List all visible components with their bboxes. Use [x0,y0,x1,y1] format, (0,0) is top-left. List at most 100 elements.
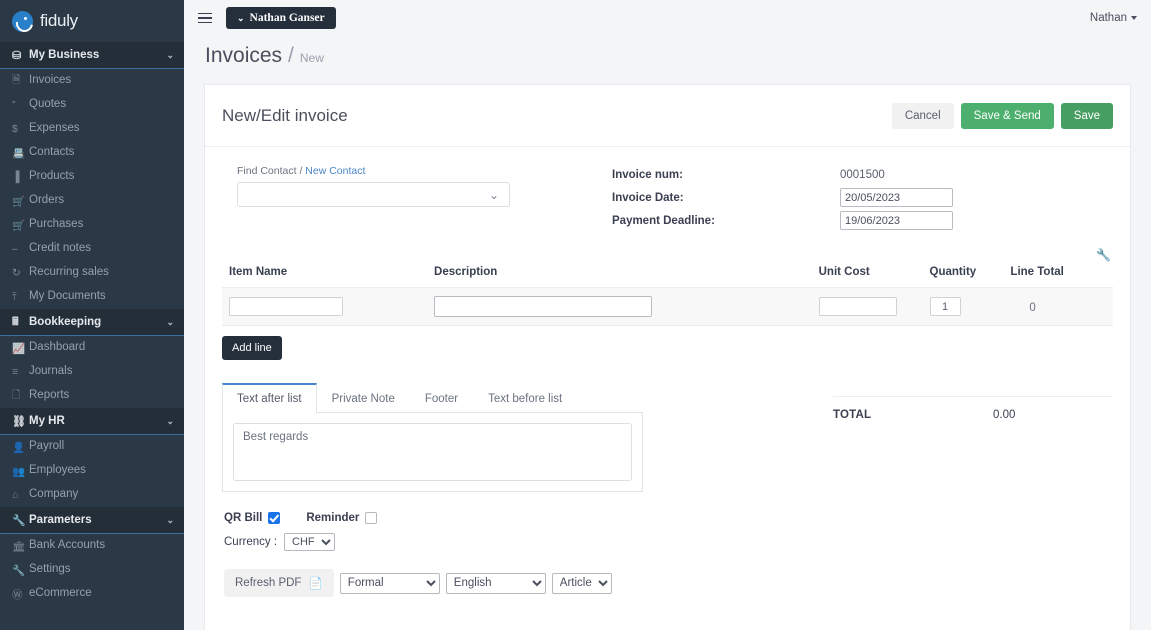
sidebar-item-label: Orders [29,194,65,207]
brand-logo[interactable]: fiduly [0,0,184,42]
breadcrumb: Invoices / New [184,36,1151,68]
sidebar-item-expenses[interactable]: $ Expenses [0,117,184,141]
sidebar-item-label: My Documents [29,290,106,303]
currency-row: Currency : CHF [224,533,1113,551]
user-menu-label: Nathan [1089,12,1127,24]
company-switcher-label: Nathan Ganser [249,12,325,24]
breadcrumb-main[interactable]: Invoices [205,44,282,68]
find-contact-text: Find Contact / [237,165,303,177]
refresh-pdf-button[interactable]: Refresh PDF 📄 [224,569,334,597]
sidebar-item-settings[interactable]: 🔧 Settings [0,558,184,582]
company-switcher-button[interactable]: ⌄ Nathan Ganser [226,7,336,29]
description-input[interactable] [434,296,653,317]
column-header: Item Name [222,266,435,288]
qr-bill-checkbox[interactable] [268,512,281,524]
options-checkbox-row: QR Bill Reminder [224,512,1113,524]
sitemap-icon: ⛓ [12,415,26,428]
dollar-icon: $ [12,123,18,135]
sidebar-item-label: Reports [29,389,70,402]
sidebar-section-label: Bookkeeping [29,316,102,328]
contact-block: Find Contact / New Contact ⌄ [222,165,522,234]
wrench-icon: 🔧 [12,514,26,527]
currency-select[interactable]: CHF [284,533,336,551]
sidebar-section-my-business[interactable]: ⛁ My Business ⌄ [0,42,184,69]
invoice-meta-input[interactable] [840,211,953,230]
card-header: New/Edit invoice Cancel Save & Send Save [222,103,1113,129]
column-header: Line Total [1010,266,1113,288]
sidebar-item-employees[interactable]: 👥 Employees [0,459,184,483]
cart-plus-icon: 🛒 [12,219,26,232]
invoice-fields: Invoice num: 0001500 Invoice Date: Payment … [522,165,953,234]
file-pdf-icon: 📄 [308,578,323,590]
sidebar-item-journals[interactable]: ≡ Journals [0,360,184,384]
refresh-icon: ↻ [12,267,21,279]
sidebar-item-dashboard[interactable]: 📈 Dashboard [0,336,184,360]
save-and-send-button[interactable]: Save & Send [960,103,1054,129]
sidebar-item-recurring-sales[interactable]: ↻ Recurring sales [0,261,184,285]
sidebar-item-invoices[interactable]: 🗎 Invoices [0,69,184,93]
sidebar-item-products[interactable]: ▐ Products [0,165,184,189]
user-plus-icon: 👤 [12,441,26,454]
sidebar-item-quotes[interactable]: ” Quotes [0,93,184,117]
unit-cost-input[interactable] [818,297,897,316]
tab-text-before-list[interactable]: Text before list [473,383,577,413]
sidebar-item-contacts[interactable]: 📇 Contacts [0,141,184,165]
sidebar-section-my-hr[interactable]: ⛓ My HR ⌄ [0,408,184,435]
products-icon: ▐ [12,171,20,183]
new-contact-link[interactable]: New Contact [305,165,365,177]
notes-tabs: Text after list Private Note Footer Text be… [222,382,643,413]
breadcrumb-sub: New [299,51,324,65]
reminder-checkbox[interactable] [365,512,378,524]
sidebar-section-bookkeeping[interactable]: 🖩 Bookkeeping ⌄ [0,309,184,336]
hamburger-icon[interactable] [198,12,212,24]
wrench-icon: 🔧 [12,564,26,577]
sidebar-item-label: Employees [29,464,86,477]
upload-icon: ⤒ [12,290,17,303]
cell-quantity [929,287,1011,326]
sidebar-item-my-documents[interactable]: ⤒ My Documents [0,285,184,309]
sidebar-item-bank-accounts[interactable]: 🏛 Bank Accounts [0,534,184,558]
sidebar-section-label: Parameters [29,514,92,526]
invoice-card: New/Edit invoice Cancel Save & Send Save… [204,84,1131,630]
cancel-button[interactable]: Cancel [891,103,954,129]
total-row: TOTAL 0.00 [833,397,1113,421]
sidebar-section-parameters[interactable]: 🔧 Parameters ⌄ [0,507,184,534]
contact-select[interactable]: ⌄ [237,182,510,207]
sidebar-item-ecommerce[interactable]: ⓌeCommerce [0,582,184,606]
sidebar-item-company[interactable]: ⌂ Company [0,483,184,507]
sidebar-item-label: Contacts [29,146,75,159]
save-button[interactable]: Save [1060,103,1113,129]
cell-unit-cost [818,287,930,326]
sidebar-item-label: Payroll [29,440,65,453]
table-tools: 🔧 [222,234,1113,262]
sidebar-item-orders[interactable]: 🛒 Orders [0,189,184,213]
main-area: ⌄ Nathan Ganser Nathan Invoices / New Ne… [184,0,1151,630]
sidebar-item-reports[interactable]: 🗋 Reports [0,384,184,408]
tone-select[interactable]: Formal [339,572,440,594]
sidebar-item-label: Recurring sales [29,266,109,279]
report-icon: 🗋 [12,389,21,401]
app-root: fiduly ⛁ My Business ⌄ 🗎 Invoices ” Quotes $ Exp… [0,0,1151,630]
sidebar-item-credit-notes[interactable]: – Credit notes [0,237,184,261]
wrench-icon[interactable]: 🔧 [1096,248,1111,262]
add-line-button[interactable]: Add line [222,336,282,360]
invoice-meta-label: Invoice Date: [612,191,684,204]
cart-icon: 🛒 [12,195,26,208]
invoice-meta-value: 0001500 [840,168,885,181]
sidebar-item-label: Dashboard [29,341,86,354]
list-icon: ≡ [12,366,19,378]
quantity-input[interactable] [929,297,961,317]
find-contact-label: Find Contact / New Contact [237,165,522,177]
sidebar-item-purchases[interactable]: 🛒 Purchases [0,213,184,237]
tab-footer[interactable]: Footer [410,383,473,413]
user-menu-button[interactable]: Nathan [1090,12,1137,24]
tab-text-after-list[interactable]: Text after list [222,383,317,413]
invoice-meta-input[interactable] [840,188,953,207]
tab-private-note[interactable]: Private Note [317,383,410,413]
article-select[interactable]: Article [551,572,612,594]
language-select[interactable]: English [445,572,546,594]
item-name-input[interactable] [229,297,343,316]
note-textarea[interactable]: Best regards [233,423,632,481]
sidebar-item-payroll[interactable]: 👤 Payroll [0,435,184,459]
calculator-icon: 🖩 [12,315,19,328]
